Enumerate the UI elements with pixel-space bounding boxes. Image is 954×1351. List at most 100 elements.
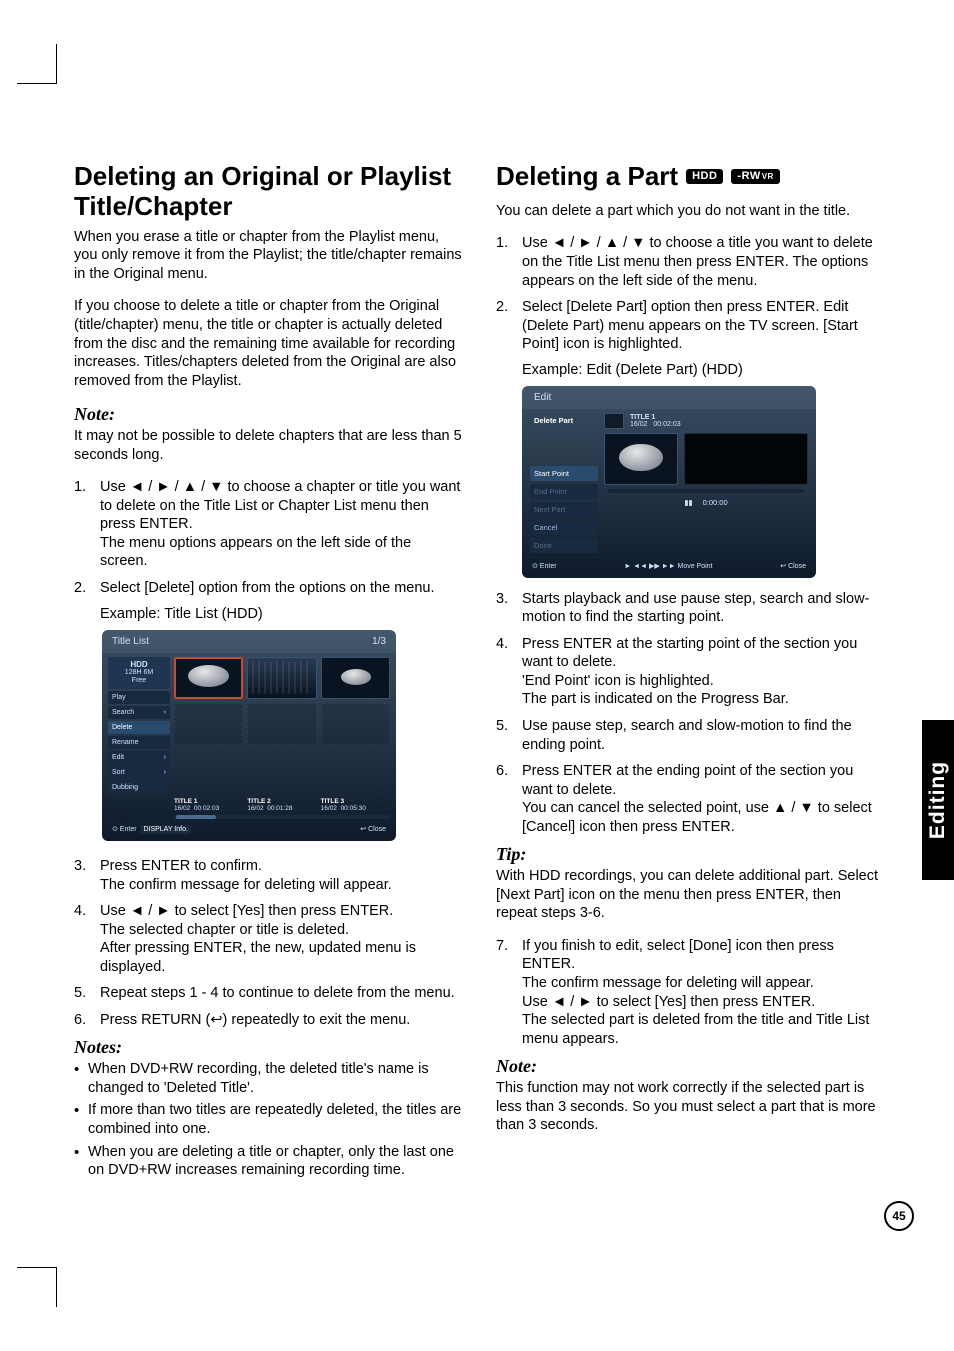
tl-menu-search-label: Search [112, 709, 134, 716]
step-4: Use ◄ / ► to select [Yes] then press ENT… [74, 902, 462, 976]
tl-footer-display: DISPLAY Info. [140, 825, 191, 834]
dp-preview-empty [684, 433, 808, 485]
pause-icon: ▮▮ [684, 498, 692, 507]
edit-delete-part-screenshot: Edit Delete Part Start Point End Point N… [522, 386, 816, 578]
left-heading: Deleting an Original or Playlist Title/C… [74, 162, 462, 222]
r-step-4: Press ENTER at the starting point of the… [496, 635, 884, 709]
right-steps-3-6: Starts playback and use pause step, sear… [496, 590, 884, 837]
dp-menu-cancel[interactable]: Cancel [530, 520, 598, 535]
tl-thumb-empty [321, 703, 390, 745]
dp-info-date: 16/02 [630, 421, 648, 428]
side-tab-label: Editing [926, 761, 950, 839]
tl-menu-rename[interactable]: Rename [108, 736, 170, 749]
tl-top-pill-line3: Free [132, 677, 146, 684]
left-notes-list: When DVD+RW recording, the deleted title… [74, 1060, 462, 1179]
right-step-7: If you finish to edit, select [Done] ico… [496, 937, 884, 1048]
dp-footer-move: ► ◄◄ ▶▶ ►► Move Point [624, 562, 712, 570]
tl-menu-edit[interactable]: Edit › [108, 751, 170, 764]
r-step-5: Use pause step, search and slow-motion t… [496, 717, 884, 754]
chevron-right-icon: › [164, 769, 166, 776]
dp-info-dur: 00:02:03 [653, 421, 680, 428]
tl-thumb-2[interactable] [247, 657, 316, 699]
r-step-3: Starts playback and use pause step, sear… [496, 590, 884, 627]
dp-menu-start[interactable]: Start Point [530, 466, 598, 481]
dp-menu-end[interactable]: End Point [530, 484, 598, 499]
tl-menu-dubbing[interactable]: Dubbing [108, 781, 170, 794]
left-steps-3-6: Press ENTER to confirm. The confirm mess… [74, 857, 462, 1029]
tl-footer-close: ↩ Close [360, 825, 386, 833]
tip-text: With HDD recordings, you can delete addi… [496, 867, 884, 923]
dp-footer-enter: ⊙ Enter [532, 562, 557, 570]
note-item-3: When you are deleting a title or chapter… [74, 1143, 462, 1180]
tl-scrollbar[interactable] [174, 815, 390, 819]
tl-thumb-3[interactable] [321, 657, 390, 699]
right-heading: Deleting a Part [496, 162, 678, 192]
r-step-1: Use ◄ / ► / ▲ / ▼ to choose a title you … [496, 234, 884, 290]
r-step-6: Press ENTER at the ending point of the s… [496, 762, 884, 836]
left-column: Deleting an Original or Playlist Title/C… [74, 162, 462, 1186]
dp-footer-close: ↩ Close [780, 562, 806, 570]
tl-menu-sort[interactable]: Sort› [108, 766, 170, 779]
chevron-right-icon: › [164, 709, 166, 716]
r-step-7: If you finish to edit, select [Done] ico… [496, 937, 884, 1048]
dp-info-name: TITLE 1 [630, 414, 655, 421]
example-caption-right: Example: Edit (Delete Part) (HDD) [522, 362, 884, 378]
chevron-right-icon: › [164, 754, 166, 761]
tl-header-page: 1/3 [372, 636, 386, 647]
tl-thumb-empty [174, 703, 243, 745]
notes-heading: Notes: [74, 1037, 462, 1058]
step-6: Press RETURN (↩) repeatedly to exit the … [74, 1011, 462, 1030]
title-list-screenshot: Title List 1/3 HDD 128H 6M Free Play Sea… [102, 630, 396, 841]
tl-thumb-empty [247, 703, 316, 745]
tl-meta-3: TITLE 316/02 00:05:30 [321, 798, 390, 812]
right-note-heading: Note: [496, 1056, 884, 1077]
step-3: Press ENTER to confirm. The confirm mess… [74, 857, 462, 894]
tl-thumb-1[interactable] [174, 657, 243, 699]
dp-menu-done[interactable]: Done [530, 538, 598, 553]
tl-menu-search[interactable]: Search › [108, 706, 170, 719]
crop-mark [56, 44, 57, 84]
dp-time: 0:00:00 [703, 498, 728, 507]
note-heading: Note: [74, 404, 462, 425]
tl-footer-enter: ⊙ Enter [112, 826, 137, 833]
crop-mark [17, 83, 57, 84]
left-intro-1: When you erase a title or chapter from t… [74, 228, 462, 284]
left-intro-2: If you choose to delete a title or chapt… [74, 297, 462, 390]
tl-menu-delete[interactable]: Delete [108, 721, 170, 734]
right-intro: You can delete a part which you do not w… [496, 202, 884, 221]
dp-progress-bar[interactable] [608, 489, 804, 493]
crop-mark [17, 1267, 57, 1268]
dp-mini-thumb [604, 413, 624, 429]
left-steps-1-2: Use ◄ / ► / ▲ / ▼ to choose a chapter or… [74, 478, 462, 597]
note-text: It may not be possible to delete chapter… [74, 427, 462, 464]
note-item-1: When DVD+RW recording, the deleted title… [74, 1060, 462, 1097]
rwvr-badge: -RWVR [731, 169, 779, 184]
tl-header-title: Title List [112, 636, 149, 647]
tl-top-pill-line2: 128H 6M [125, 669, 153, 676]
example-caption-left: Example: Title List (HDD) [100, 606, 462, 622]
rwvr-badge-main: -RW [737, 170, 760, 182]
rwvr-badge-sub: VR [761, 172, 774, 181]
side-tab-editing: Editing [922, 720, 954, 880]
crop-mark [56, 1267, 57, 1307]
tl-menu-play[interactable]: Play [108, 691, 170, 704]
step-1: Use ◄ / ► / ▲ / ▼ to choose a chapter or… [74, 478, 462, 571]
hdd-badge: HDD [686, 169, 723, 184]
tl-meta-1: TITLE 116/02 00:02:03 [174, 798, 243, 812]
page-number: 45 [884, 1201, 914, 1231]
right-column: Deleting a Part HDD -RWVR You can delete… [496, 162, 884, 1186]
tl-meta-2: TITLE 216/02 00:01:28 [247, 798, 316, 812]
tl-top-pill-line1: HDD [130, 660, 147, 669]
dp-side-title: Delete Part [530, 413, 598, 430]
note-item-2: If more than two titles are repeatedly d… [74, 1101, 462, 1138]
tl-menu-edit-label: Edit [112, 754, 124, 761]
dp-preview-thumb [604, 433, 678, 485]
step-2: Select [Delete] option from the options … [74, 579, 462, 598]
tip-heading: Tip: [496, 844, 884, 865]
dp-header: Edit [522, 386, 816, 409]
tl-top-pill: HDD 128H 6M Free [108, 657, 170, 689]
dp-menu-next[interactable]: Next Part [530, 502, 598, 517]
right-steps-1-2: Use ◄ / ► / ▲ / ▼ to choose a title you … [496, 234, 884, 353]
step-5: Repeat steps 1 - 4 to continue to delete… [74, 984, 462, 1003]
right-note-text: This function may not work correctly if … [496, 1079, 884, 1135]
